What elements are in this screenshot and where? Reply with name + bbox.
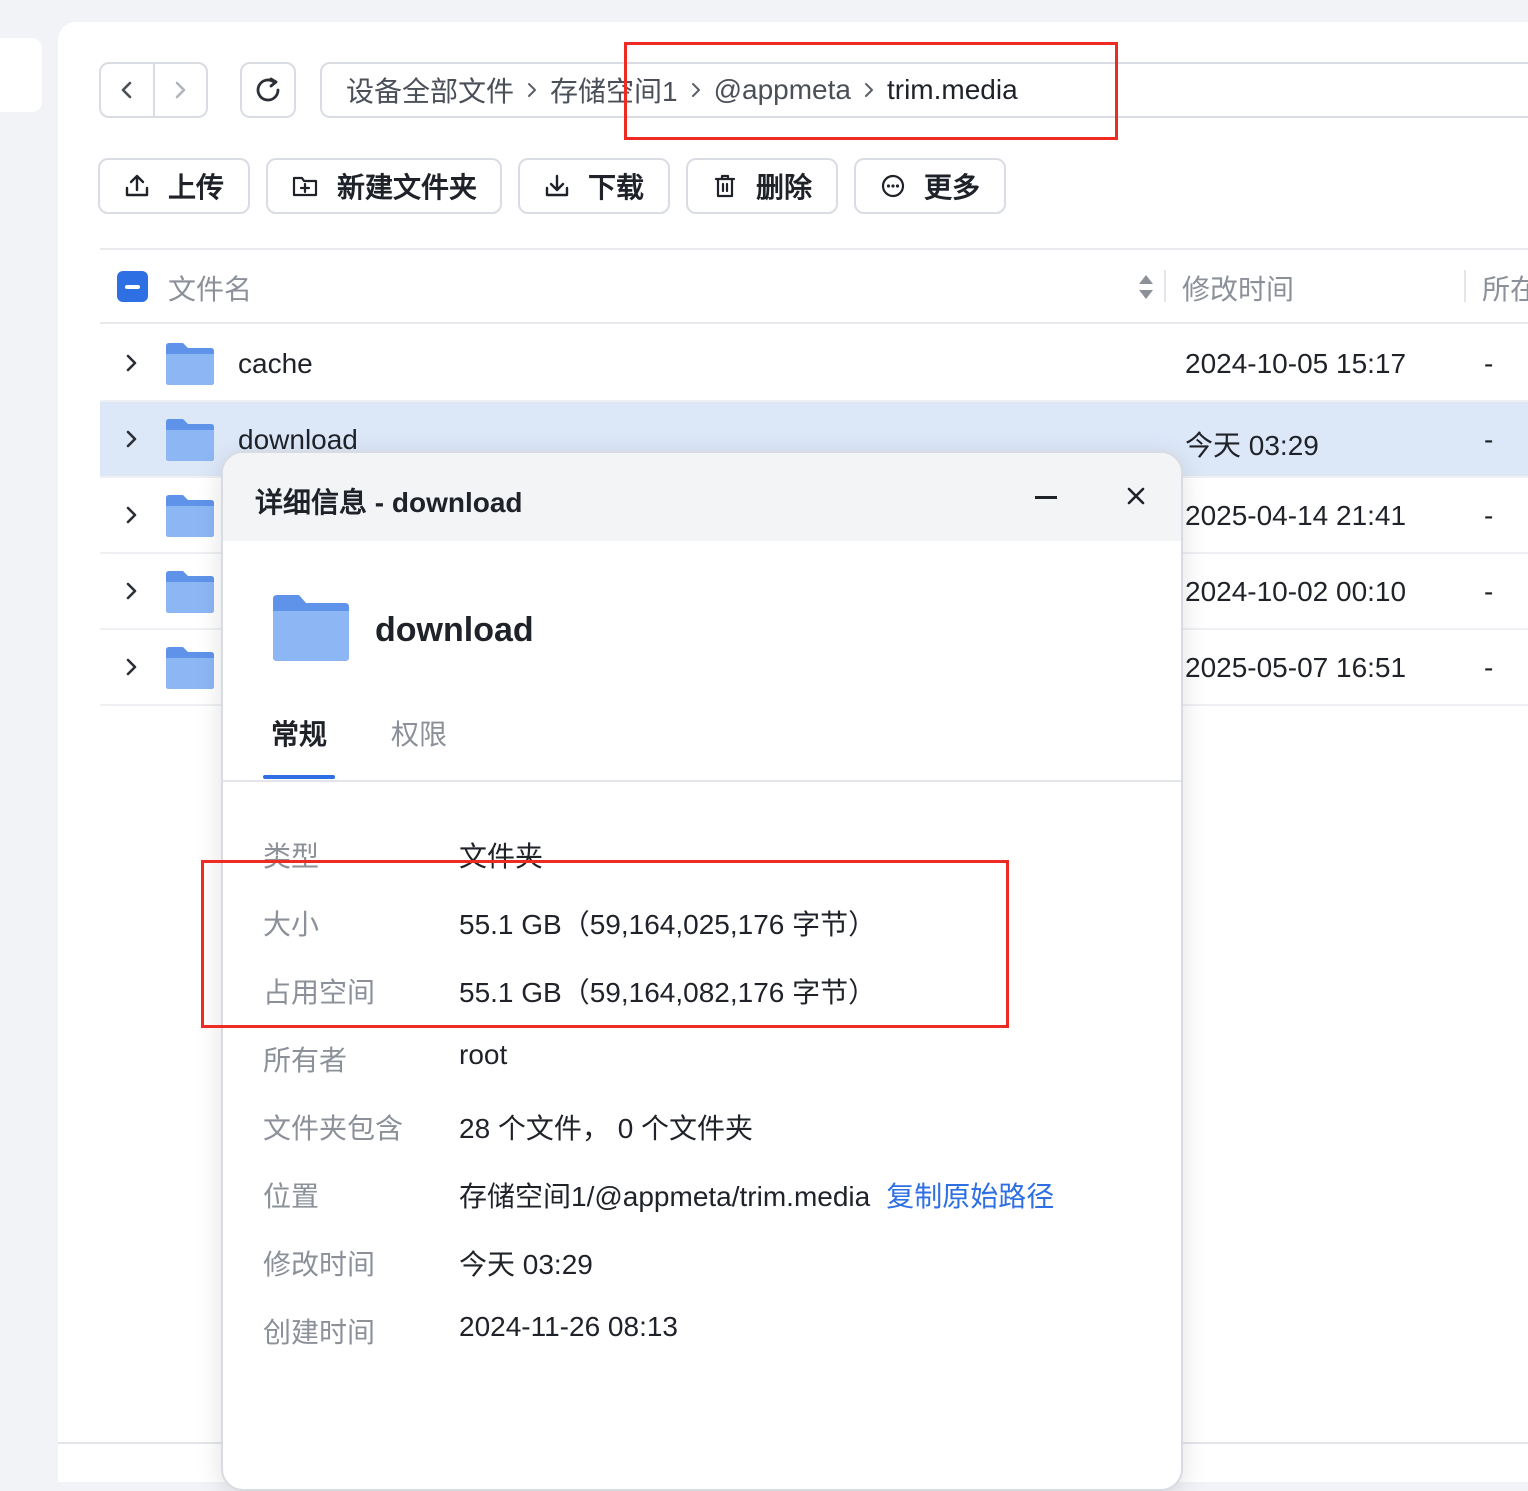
created-value: 2024-11-26 08:13 — [459, 1311, 678, 1342]
details-dialog: 详细信息 - download download 常规 权限 类型 文件夹 大小… — [221, 451, 1183, 1491]
sort-icon[interactable] — [1136, 272, 1156, 302]
modified-time: 2025-04-14 21:41 — [1185, 500, 1407, 531]
chevron-left-icon — [121, 81, 132, 99]
modified-time: 2025-05-07 16:51 — [1185, 652, 1407, 683]
breadcrumb-item-storage[interactable]: 存储空间1 — [550, 70, 678, 110]
contains-label: 文件夹包含 — [263, 1113, 404, 1144]
more-icon — [881, 174, 905, 198]
column-header-owner[interactable]: 所在 — [1482, 268, 1528, 308]
owner-label: 所有者 — [263, 1045, 348, 1076]
location-value: 存储空间1/@appmeta/trim.media — [459, 1181, 871, 1212]
modified-label: 修改时间 — [263, 1249, 376, 1280]
folder-icon — [166, 647, 214, 689]
delete-button[interactable]: 删除 — [686, 158, 838, 214]
upload-icon — [125, 174, 149, 197]
folder-icon — [166, 343, 214, 385]
chevron-right-icon — [527, 82, 537, 98]
trash-icon — [714, 174, 736, 198]
folder-name: download — [375, 611, 534, 649]
breadcrumb-item-appmeta[interactable]: @appmeta — [714, 74, 851, 106]
active-tab-indicator — [263, 775, 335, 779]
created-label: 创建时间 — [263, 1317, 376, 1348]
size-value: 55.1 GB（59,164,025,176 字节） — [459, 909, 877, 940]
upload-button[interactable]: 上传 — [98, 158, 250, 214]
new-folder-button[interactable]: 新建文件夹 — [266, 158, 502, 214]
select-all-checkbox[interactable] — [117, 271, 148, 302]
breadcrumb: 设备全部文件 存储空间1 @appmeta trim.media — [320, 62, 1528, 118]
download-icon — [545, 174, 569, 197]
table-header: 文件名 修改时间 所在 — [100, 250, 1528, 324]
forward-button[interactable] — [152, 64, 207, 116]
breadcrumb-item-current[interactable]: trim.media — [887, 74, 1018, 106]
owner-value: root — [459, 1039, 508, 1070]
breadcrumb-item-all-files[interactable]: 设备全部文件 — [346, 70, 514, 110]
disk-usage-label: 占用空间 — [263, 977, 376, 1008]
folder-icon — [273, 595, 349, 661]
location-label: 位置 — [263, 1181, 320, 1212]
expand-chevron-icon[interactable] — [124, 504, 138, 526]
more-label: 更多 — [923, 172, 980, 203]
owner: - — [1484, 500, 1494, 531]
chevron-right-icon — [864, 82, 874, 98]
delete-label: 删除 — [755, 172, 812, 203]
location-row: 存储空间1/@appmeta/trim.media 复制原始路径 — [459, 1175, 1054, 1215]
folder-icon — [166, 571, 214, 613]
modified-time: 2024-10-05 15:17 — [1185, 348, 1407, 379]
back-button[interactable] — [101, 64, 153, 116]
disk-usage-value: 55.1 GB（59,164,082,176 字节） — [459, 977, 877, 1008]
column-header-modified[interactable]: 修改时间 — [1182, 268, 1294, 308]
new-folder-label: 新建文件夹 — [336, 172, 477, 203]
type-value: 文件夹 — [459, 841, 544, 872]
folder-icon — [166, 419, 214, 461]
copy-path-link[interactable]: 复制原始路径 — [886, 1181, 1054, 1212]
owner: - — [1484, 424, 1494, 455]
close-icon[interactable] — [1125, 485, 1147, 507]
dialog-header[interactable]: 详细信息 - download — [223, 453, 1181, 541]
owner: - — [1484, 652, 1494, 683]
download-label: 下载 — [587, 172, 644, 203]
expand-chevron-icon[interactable] — [124, 352, 138, 374]
history-navigation — [99, 62, 208, 118]
size-label: 大小 — [263, 909, 320, 940]
refresh-button[interactable] — [240, 62, 296, 118]
expand-chevron-icon[interactable] — [124, 580, 138, 602]
more-button[interactable]: 更多 — [854, 158, 1006, 214]
modified-value: 今天 03:29 — [459, 1249, 593, 1280]
tab-divider — [223, 780, 1181, 782]
expand-chevron-icon[interactable] — [124, 428, 138, 450]
contains-value: 28 个文件， 0 个文件夹 — [459, 1113, 754, 1144]
chevron-right-icon — [691, 82, 701, 98]
column-divider[interactable] — [1464, 270, 1466, 302]
download-button[interactable]: 下载 — [518, 158, 670, 214]
tab-general[interactable]: 常规 — [271, 713, 327, 753]
table-row[interactable]: cache 2024-10-05 15:17 - — [100, 326, 1528, 402]
owner: - — [1484, 576, 1494, 607]
owner: - — [1484, 348, 1494, 379]
chevron-right-icon — [175, 81, 186, 99]
column-header-name[interactable]: 文件名 — [168, 268, 252, 308]
type-label: 类型 — [263, 841, 320, 872]
sidebar-edge — [0, 38, 42, 112]
column-divider[interactable] — [1164, 270, 1166, 302]
minimize-icon[interactable] — [1035, 496, 1057, 499]
refresh-icon — [256, 77, 280, 102]
modified-time: 2024-10-02 00:10 — [1185, 576, 1407, 607]
modified-time: 今天 03:29 — [1185, 430, 1319, 461]
expand-chevron-icon[interactable] — [124, 656, 138, 678]
folder-icon — [166, 495, 214, 537]
upload-label: 上传 — [167, 172, 224, 203]
file-name: cache — [238, 348, 313, 379]
dialog-title: 详细信息 - download — [255, 487, 523, 518]
new-folder-icon — [292, 176, 318, 197]
tab-permissions[interactable]: 权限 — [391, 713, 447, 753]
